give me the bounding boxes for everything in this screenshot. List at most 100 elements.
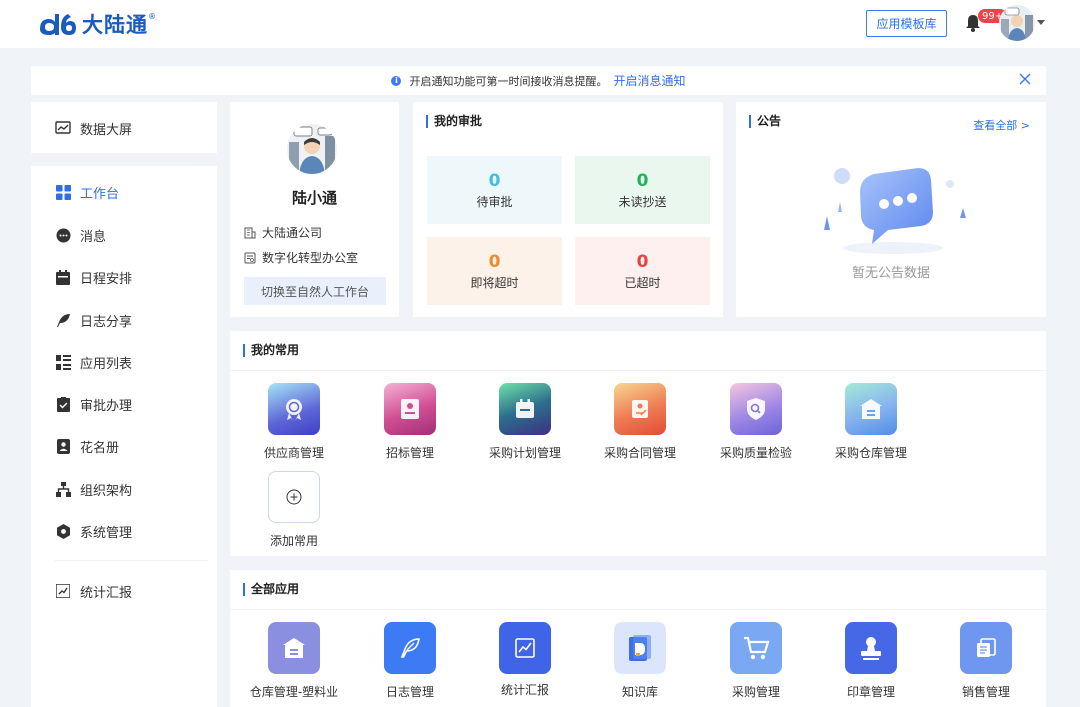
my-approval-card: 我的审批 0 待审批 0 未读抄送 0 即将超时 0 已超时	[413, 102, 723, 317]
add-circle-icon	[268, 471, 320, 523]
sidebar-item-data-screen[interactable]: 数据大屏	[31, 111, 217, 145]
enable-notification-link[interactable]: 开启消息通知	[613, 72, 685, 89]
app-label: 印章管理	[846, 685, 895, 699]
app-purchase-plan[interactable]: 采购计划管理	[470, 383, 580, 461]
sidebar-item-label: 日志分享	[80, 314, 133, 330]
brand-registered-mark: ®	[148, 12, 156, 21]
shield-search-icon	[730, 383, 782, 435]
app-seal-management[interactable]: 印章管理	[816, 622, 926, 700]
chevron-down-icon[interactable]	[1037, 20, 1045, 25]
brand-logo[interactable]: 大陆通 ®	[38, 10, 156, 38]
overdue-count: 0	[636, 251, 649, 272]
app-quality-inspection[interactable]: 采购质量检验	[701, 383, 811, 461]
common-apps-title: 我的常用	[243, 344, 299, 357]
card-divider	[230, 609, 1046, 610]
sidebar-item-workbench[interactable]: 工作台	[31, 175, 217, 209]
app-warehouse-plastics[interactable]: 仓库管理-塑料业	[239, 622, 349, 700]
sidebar-item-statistics-report[interactable]: 统计汇报	[31, 574, 217, 608]
sidebar-item-log-share[interactable]: 日志分享	[31, 303, 217, 337]
my-common-apps-card: 我的常用 供应商管理 招标管理 采购计划管理 采购合同管理 采购质量检验 采购仓…	[230, 331, 1046, 556]
warehouse-icon	[268, 622, 320, 674]
sidebar-item-schedule[interactable]: 日程安排	[31, 260, 217, 294]
avatar-illustration-icon	[999, 5, 1035, 41]
app-template-library-button[interactable]: 应用模板库	[866, 10, 947, 37]
profile-card: 陆小通 大陆通公司 数字化转型办公室 切换至自然人工作台	[230, 102, 399, 317]
app-label: 采购质量检验	[719, 446, 792, 460]
sidebar-item-label: 审批办理	[80, 398, 133, 414]
sidebar-item-label: 统计汇报	[80, 585, 133, 601]
sidebar-item-label: 日程安排	[80, 271, 133, 287]
app-purchase-warehouse[interactable]: 采购仓库管理	[816, 383, 926, 461]
stamp-icon	[845, 622, 897, 674]
announcement-card: 公告 查看全部 > 暂无公告数据	[736, 102, 1046, 317]
department-icon	[244, 252, 256, 263]
app-purchase-contract[interactable]: 采购合同管理	[585, 383, 695, 461]
overdue-label: 已超时	[624, 275, 661, 290]
calendar-icon	[499, 383, 551, 435]
notice-text: 开启通知功能可第一时间接收消息提醒。	[409, 74, 608, 88]
app-supplier-management[interactable]: 供应商管理	[239, 383, 349, 461]
info-icon: i	[391, 75, 402, 86]
book-icon	[614, 622, 666, 674]
sidebar-item-org-structure[interactable]: 组织架构	[31, 472, 217, 506]
docs-icon	[960, 622, 1012, 674]
app-label: 供应商管理	[263, 446, 324, 460]
announcement-title: 公告	[749, 115, 781, 128]
chart-icon	[499, 622, 551, 674]
sidebar-item-label: 系统管理	[80, 525, 133, 541]
app-log-management[interactable]: 日志管理	[355, 622, 465, 700]
approval-tile-due-soon[interactable]: 0 即将超时	[427, 237, 562, 305]
sidebar-data-screen-panel: 数据大屏	[31, 102, 217, 153]
avatar-illustration-icon	[287, 124, 337, 174]
unread-cc-count: 0	[636, 170, 649, 191]
app-label: 日志管理	[385, 685, 434, 699]
profile-company: 大陆通公司	[244, 224, 322, 241]
sidebar-item-system-admin[interactable]: 系统管理	[31, 514, 217, 548]
all-apps-title: 全部应用	[243, 583, 299, 596]
empty-announcement-text: 暂无公告数据	[851, 266, 930, 281]
id-card-icon	[384, 383, 436, 435]
due-soon-count: 0	[488, 251, 501, 272]
app-knowledge-base[interactable]: 知识库	[585, 622, 695, 700]
sidebar-item-app-list[interactable]: 应用列表	[31, 345, 217, 379]
user-avatar[interactable]	[999, 5, 1035, 41]
approval-tile-unread-cc[interactable]: 0 未读抄送	[575, 156, 710, 224]
app-statistics-report[interactable]: 统计汇报	[470, 622, 580, 698]
building-icon	[244, 227, 256, 238]
sidebar-item-roster[interactable]: 花名册	[31, 429, 217, 463]
sidebar-item-label: 花名册	[80, 440, 120, 456]
profile-avatar[interactable]	[287, 124, 337, 174]
app-label: 销售管理	[961, 685, 1010, 699]
app-purchase-management[interactable]: 采购管理	[701, 622, 811, 700]
view-all-link[interactable]: 查看全部 >	[973, 117, 1030, 133]
top-header: 大陆通 ® 应用模板库 99+	[0, 0, 1080, 48]
unread-cc-label: 未读抄送	[618, 194, 667, 209]
app-label: 采购合同管理	[603, 446, 676, 460]
sidebar-item-messages[interactable]: 消息	[31, 218, 217, 252]
sidebar: 工作台 消息 日程安排 日志分享 应用列表 审批办理 花名册 组织架构 系统管理…	[31, 166, 217, 707]
contacts-icon	[55, 438, 71, 454]
company-name: 大陆通公司	[262, 226, 323, 240]
org-icon	[55, 481, 71, 497]
add-common-app-button[interactable]: 添加常用	[239, 471, 349, 549]
approval-tile-pending[interactable]: 0 待审批	[427, 156, 562, 224]
feather-icon	[55, 312, 71, 328]
app-label: 添加常用	[269, 534, 318, 548]
empty-message-illustration-icon	[824, 168, 966, 254]
clipboard-icon	[55, 396, 71, 412]
app-label: 知识库	[621, 685, 658, 699]
sidebar-item-label: 数据大屏	[80, 122, 133, 138]
app-label: 采购仓库管理	[834, 446, 907, 460]
list-icon	[55, 354, 71, 370]
all-apps-card: 全部应用 仓库管理-塑料业 日志管理 统计汇报 知识库 采购管理 印章管理 销售…	[230, 570, 1046, 707]
switch-workbench-button[interactable]: 切换至自然人工作台	[244, 277, 386, 305]
sidebar-item-approval[interactable]: 审批办理	[31, 387, 217, 421]
profile-department: 数字化转型办公室	[244, 249, 358, 266]
app-sales-management[interactable]: 销售管理	[931, 622, 1041, 700]
sidebar-item-label: 工作台	[80, 186, 120, 202]
approval-tile-overdue[interactable]: 0 已超时	[575, 237, 710, 305]
app-tender-management[interactable]: 招标管理	[355, 383, 465, 461]
cart-icon	[730, 622, 782, 674]
feather-icon	[384, 622, 436, 674]
close-icon[interactable]	[1018, 72, 1032, 86]
